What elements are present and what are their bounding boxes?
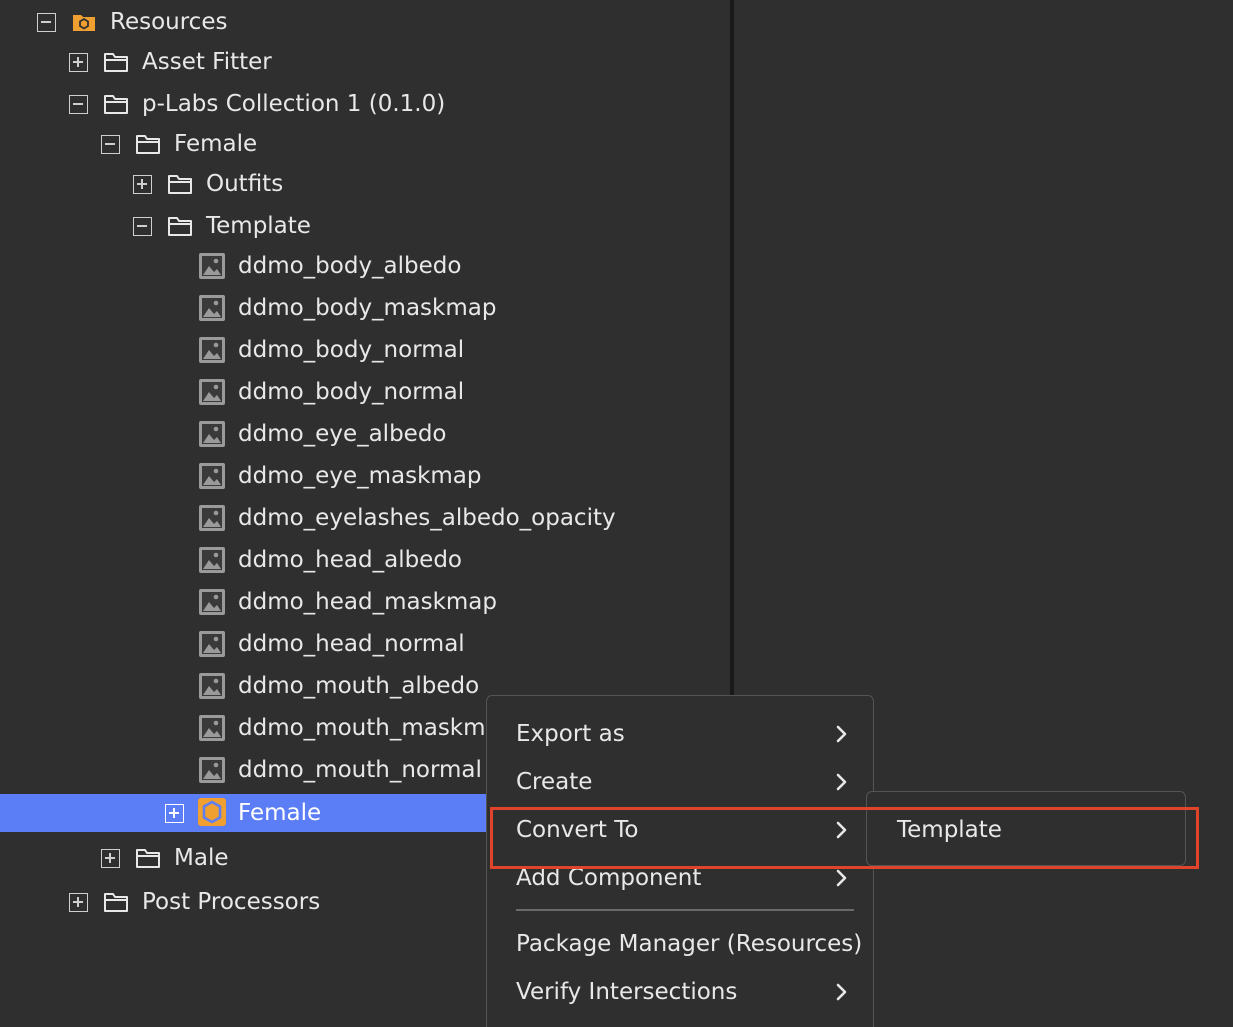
tree-item-p-labs-collection[interactable]: p-Labs Collection 1 (0.1.0) [0,84,730,124]
image-icon [198,294,226,322]
tree-item-label: ddmo_head_maskmap [238,589,497,615]
image-icon [198,252,226,280]
resources-panel: Resources Asset Fitter p-Labs Collection… [0,0,1233,1027]
tree-item-texture[interactable]: ddmo_eye_maskmap [0,456,730,496]
chevron-right-icon [833,772,851,792]
image-icon [198,462,226,490]
tree-item-label: ddmo_head_normal [238,631,465,657]
collapse-icon[interactable] [37,13,56,32]
image-icon [198,630,226,658]
tree-item-resources[interactable]: Resources [0,2,730,42]
tree-item-texture[interactable]: ddmo_head_albedo [0,540,730,580]
folder-icon [166,212,194,240]
folder-icon [102,48,130,76]
menu-item-label: Convert To [516,817,639,843]
tree-item-label: ddmo_eye_albedo [238,421,447,447]
panel-divider[interactable] [730,0,734,700]
menu-item-convert-to[interactable]: Convert To [487,806,873,854]
tree-item-label: Male [174,845,229,871]
image-icon [198,420,226,448]
collapse-icon[interactable] [133,217,152,236]
tree-item-label: Female [174,131,258,157]
tree-item-texture[interactable]: ddmo_head_maskmap [0,582,730,622]
image-icon [198,672,226,700]
tree-item-texture[interactable]: ddmo_body_normal [0,372,730,412]
template-hexagon-icon [198,798,226,826]
menu-item-add-component[interactable]: Add Component [487,854,873,902]
tree-item-label: ddmo_eyelashes_albedo_opacity [238,505,616,531]
tree-item-texture[interactable]: ddmo_body_maskmap [0,288,730,328]
folder-icon [166,170,194,198]
tree-item-label: ddmo_body_maskmap [238,295,497,321]
menu-item-label: Package Manager (Resources) [516,931,863,957]
folder-icon [102,888,130,916]
tree-item-asset-fitter[interactable]: Asset Fitter [0,42,730,82]
image-icon [198,546,226,574]
tree-item-label: Resources [110,9,228,35]
chevron-right-icon [833,868,851,888]
menu-item-label: Verify Intersections [516,979,738,1005]
tree-item-label: ddmo_body_normal [238,337,465,363]
chevron-right-icon [833,820,851,840]
folder-icon [102,90,130,118]
tree-item-outfits[interactable]: Outfits [0,164,730,204]
tree-item-female-template[interactable]: Female [0,794,486,832]
tree-item-texture[interactable]: ddmo_head_normal [0,624,730,664]
chevron-right-icon [833,724,851,744]
tree-item-label: ddmo_mouth_normal [238,757,482,783]
collapse-icon[interactable] [101,135,120,154]
expand-icon[interactable] [133,175,152,194]
expand-icon[interactable] [69,53,88,72]
image-icon [198,714,226,742]
menu-item-label: Export as [516,721,625,747]
tree-item-label: Female [238,800,322,826]
menu-separator [516,909,854,911]
image-icon [198,588,226,616]
image-icon [198,504,226,532]
context-menu: Export as Create Convert To Add Componen… [486,695,874,1027]
tree-item-label: p-Labs Collection 1 (0.1.0) [142,91,446,117]
image-icon [198,756,226,784]
expand-icon[interactable] [69,893,88,912]
tree-item-label: ddmo_body_albedo [238,253,462,279]
chevron-right-icon [833,982,851,1002]
expand-icon[interactable] [165,804,184,823]
tree-item-label: ddmo_mouth_albedo [238,673,480,699]
collapse-icon[interactable] [69,95,88,114]
tree-item-label: ddmo_head_albedo [238,547,463,573]
folder-icon [134,130,162,158]
menu-item-package-manager[interactable]: Package Manager (Resources) [487,920,873,968]
tree-item-texture[interactable]: ddmo_eyelashes_albedo_opacity [0,498,730,538]
tree-item-label: Asset Fitter [142,49,272,75]
convert-to-submenu: Template [866,791,1186,866]
tree-item-texture[interactable]: ddmo_eye_albedo [0,414,730,454]
tree-item-label: Template [206,213,311,239]
menu-item-create[interactable]: Create [487,758,873,806]
tree-item-female-folder[interactable]: Female [0,124,730,164]
resources-package-icon [70,8,98,36]
tree-item-label: ddmo_mouth_maskma [238,715,500,741]
tree-item-label: ddmo_eye_maskmap [238,463,482,489]
tree-item-texture[interactable]: ddmo_body_albedo [0,246,730,286]
expand-icon[interactable] [101,849,120,868]
tree-item-label: ddmo_body_normal [238,379,465,405]
menu-item-label: Add Component [516,865,702,891]
image-icon [198,336,226,364]
tree-item-label: Post Processors [142,889,321,915]
image-icon [198,378,226,406]
tree-item-template-folder[interactable]: Template [0,206,730,246]
submenu-item-template[interactable]: Template [897,808,1002,852]
tree-item-texture[interactable]: ddmo_body_normal [0,330,730,370]
folder-icon [134,844,162,872]
tree-item-label: Outfits [206,171,284,197]
menu-item-label: Create [516,769,593,795]
menu-item-export-as[interactable]: Export as [487,710,873,758]
menu-item-verify-intersections[interactable]: Verify Intersections [487,968,873,1016]
